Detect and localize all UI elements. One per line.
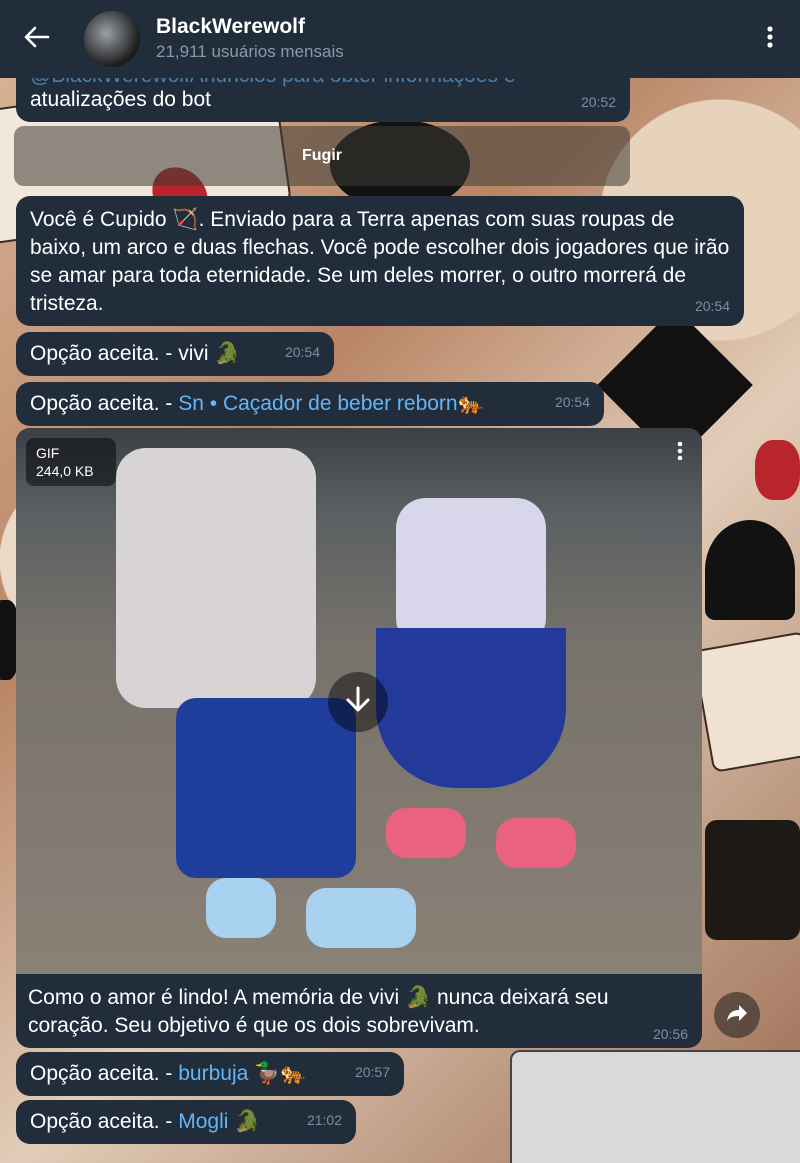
message-time: 20:52 [580,94,616,110]
message-bubble[interactable]: Opção aceita. - Sn • Caçador de beber re… [16,382,604,426]
message-time: 20:57 [354,1064,390,1080]
message-time: 20:54 [284,344,320,360]
message-text: Você é Cupido 🏹. Enviado para a Terra ap… [30,208,730,315]
message-prefix: Opção aceita. - [30,342,179,365]
wallpaper-slot-machine [510,1050,800,1163]
gif-preview[interactable]: GIF 244,0 KB [16,428,702,974]
more-vertical-icon [766,25,774,54]
gif-message[interactable]: GIF 244,0 KB Como o amor é lindo! A memó… [16,428,702,1048]
gif-figure-shorts [176,698,356,878]
player-name: vivi 🐊 [178,342,241,365]
gif-info-badge: GIF 244,0 KB [26,438,116,486]
message-prefix: Opção aceita. - [30,392,179,415]
message-bubble[interactable]: Opção aceita. - burbuja 🦆🐅 20:57 [16,1052,404,1096]
message-text: Opção aceita. - vivi 🐊 [30,340,241,368]
chat-header: BlackWerewolf 21,911 usuários mensais [0,0,800,78]
message-time: 20:54 [554,394,590,410]
wallpaper-red-shape [755,440,800,500]
chat-subtitle: 21,911 usuários mensais [156,42,344,61]
player-name-link[interactable]: burbuja 🦆🐅 [178,1062,306,1085]
message-time: 20:56 [652,1026,688,1042]
player-name-link[interactable]: Sn • Caçador de beber reborn🐅 [178,392,484,415]
message-text: atualizações do bot [30,88,211,111]
gif-figure-shirt-left [116,448,316,708]
forward-arrow-icon [725,1003,749,1028]
gif-label: GIF [36,445,60,461]
chat-title-block[interactable]: BlackWerewolf 21,911 usuários mensais [156,14,740,64]
fugir-button[interactable]: Fugir [14,126,630,186]
gif-figure-shirt-right [396,498,546,648]
message-prefix: Opção aceita. - [30,1062,179,1085]
message-text: Opção aceita. - burbuja 🦆🐅 [30,1060,306,1088]
gif-menu-button[interactable] [668,438,692,468]
player-name-link[interactable]: Mogli 🐊 [178,1110,260,1133]
gif-figure-skirt [376,628,566,788]
gif-figure-shoe [496,818,576,868]
download-arrow-icon [345,686,371,719]
gif-figure-shoe [386,808,466,858]
chat-title: BlackWerewolf [156,15,305,38]
message-time: 20:54 [694,298,730,314]
more-options-button[interactable] [740,0,800,78]
forward-button[interactable] [714,992,760,1038]
message-bubble[interactable]: Opção aceita. - Mogli 🐊 21:02 [16,1100,356,1144]
gif-caption: Como o amor é lindo! A memória de vivi 🐊… [28,986,609,1037]
message-bubble[interactable]: Você é Cupido 🏹. Enviado para a Terra ap… [16,196,744,326]
gif-size: 244,0 KB [36,463,94,479]
gif-figure-shoe [206,878,276,938]
chat-avatar[interactable] [84,11,140,67]
message-time: 21:02 [306,1112,342,1128]
gif-figure-shoe [306,888,416,948]
message-text: Opção aceita. - Mogli 🐊 [30,1108,260,1136]
message-text: Opção aceita. - Sn • Caçador de beber re… [30,390,484,418]
more-vertical-icon [677,441,683,466]
wallpaper-spade [705,520,795,620]
wallpaper-slot-sign [705,820,800,940]
message-prefix: Opção aceita. - [30,1110,179,1133]
download-button[interactable] [328,672,388,732]
back-arrow-icon [24,26,50,53]
back-button[interactable] [0,0,74,78]
wallpaper-dice [692,631,800,773]
message-bubble[interactable]: Opção aceita. - vivi 🐊 20:54 [16,332,334,376]
